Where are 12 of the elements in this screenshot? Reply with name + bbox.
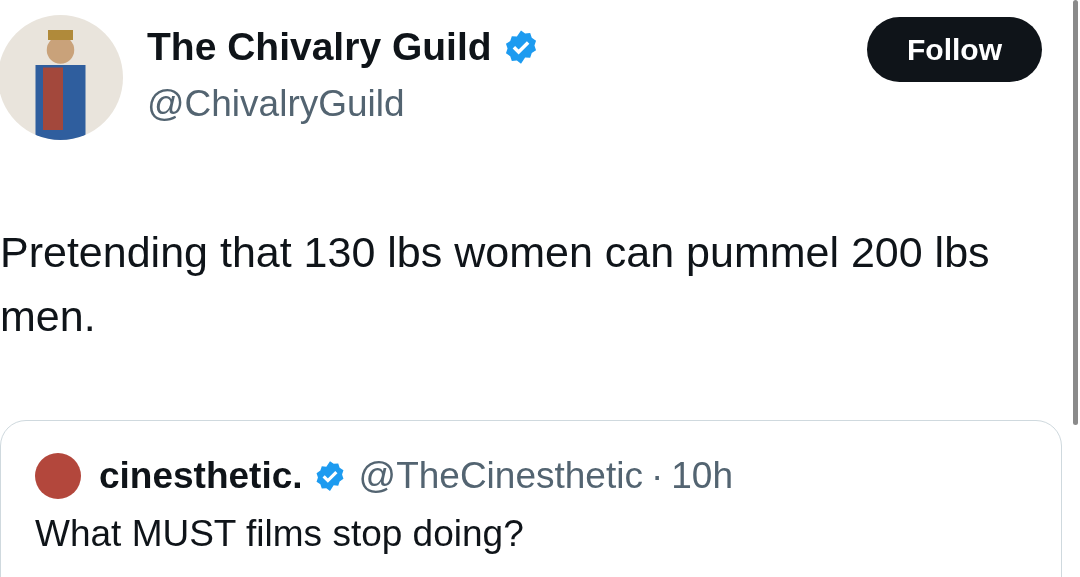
scrollbar-thumb[interactable] [1073, 0, 1078, 425]
separator-dot: · [650, 455, 664, 497]
post-time: 10h [671, 455, 733, 497]
follow-button[interactable]: Follow [867, 17, 1042, 82]
quoted-author-name[interactable]: cinesthetic. [99, 455, 303, 497]
quoted-tweet-text: What MUST films stop doing? [35, 513, 525, 555]
quoted-tweet-card[interactable]: cinesthetic. @TheCinesthetic · 10h What MUST films stop doing? [0, 420, 1062, 577]
quoted-author-handle[interactable]: @TheCinesthetic [358, 455, 643, 497]
author-name[interactable]: The Chivalry Guild [147, 25, 492, 69]
author-handle[interactable]: @ChivalryGuild [147, 83, 540, 125]
avatar-picture[interactable] [35, 453, 81, 499]
tweet-text: Pretending that 130 lbs women can pummel 200 lbs men. [0, 227, 991, 342]
